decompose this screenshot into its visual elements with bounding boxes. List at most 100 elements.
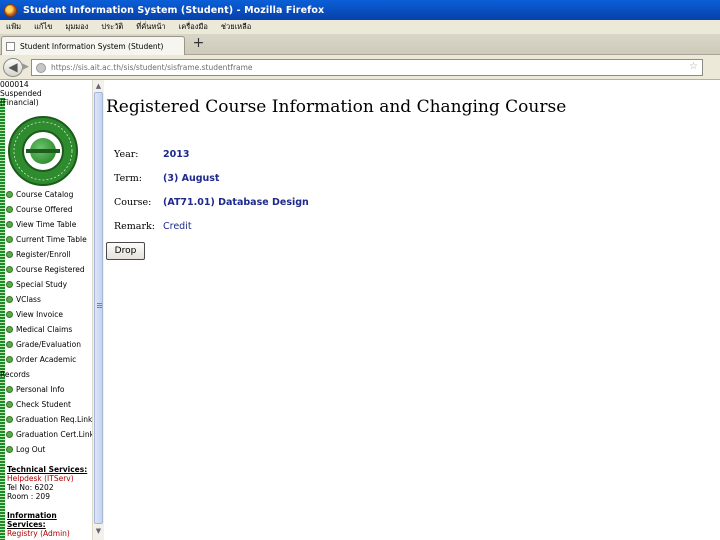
menu-tools[interactable]: เครื่องมือ xyxy=(173,21,215,33)
green-bullet-icon xyxy=(6,356,13,363)
sidebar-item[interactable]: VClass xyxy=(6,292,92,307)
sidebar-item-label: Register/Enroll xyxy=(16,250,71,259)
registry-link[interactable]: Registry (Admin) xyxy=(7,529,70,538)
tab-bar: Student Information System (Student) + xyxy=(0,34,720,55)
url-bar[interactable]: https://sis.ait.ac.th/sis/student/sisfra… xyxy=(31,59,703,76)
sidebar-item-label: Course Catalog xyxy=(16,190,74,199)
menu-history[interactable]: ประวัติ xyxy=(95,21,130,33)
sidebar-item-label-continuation[interactable]: Records xyxy=(0,367,92,382)
info-label: Term: xyxy=(114,173,142,184)
bookmark-star-icon[interactable]: ☆ xyxy=(689,61,698,72)
sidebar-item-label: Grade/Evaluation xyxy=(16,340,81,349)
info-value: (3) August xyxy=(163,173,220,184)
sidebar-item-label: View Time Table xyxy=(16,220,77,229)
green-bullet-icon xyxy=(6,326,13,333)
student-status-line: (Financial) xyxy=(0,98,39,107)
green-bullet-icon xyxy=(6,296,13,303)
technical-services-title: Technical Services: xyxy=(7,465,88,474)
window-title: Student Information System (Student) - M… xyxy=(23,4,325,16)
sidebar-item[interactable]: Medical Claims xyxy=(6,322,92,337)
green-bullet-icon xyxy=(6,401,13,408)
back-arrow-icon[interactable]: ◀ xyxy=(3,58,23,77)
green-bullet-icon xyxy=(6,341,13,348)
tel-number: Tel No: 6202 xyxy=(7,483,54,492)
sidebar-item[interactable]: Register/Enroll xyxy=(6,247,92,262)
green-bullet-icon xyxy=(6,446,13,453)
sidebar-item-label: View Invoice xyxy=(16,310,63,319)
sidebar-item-label: Order Academic xyxy=(16,355,77,364)
green-bullet-icon xyxy=(6,416,13,423)
sidebar-item[interactable]: Graduation Cert.Link xyxy=(6,427,94,442)
sidebar-item-label: Special Study xyxy=(16,280,68,289)
menu-edit[interactable]: แก้ไข xyxy=(28,21,59,33)
sidebar-item[interactable]: Log Out xyxy=(6,442,92,457)
sidebar-item[interactable]: Graduation Req.Link xyxy=(6,412,92,427)
logo-band xyxy=(26,149,60,153)
new-tab-plus-icon[interactable]: + xyxy=(190,36,207,53)
menu-bar: แฟ้ม แก้ไข มุมมอง ประวัติ ที่คั่นหน้า เค… xyxy=(0,20,720,34)
sidebar-item-label: Course Registered xyxy=(16,265,85,274)
info-label: Course: xyxy=(114,197,152,208)
green-bullet-icon xyxy=(6,311,13,318)
navigation-bar: ◀ ▶ https://sis.ait.ac.th/sis/student/si… xyxy=(0,55,720,80)
scrollbar-grip-icon xyxy=(97,303,102,309)
scroll-up-arrow-icon[interactable]: ▲ xyxy=(93,81,104,92)
info-value: Credit xyxy=(163,221,192,232)
sidebar-item[interactable]: Check Student xyxy=(6,397,92,412)
student-status-line: 000014 xyxy=(0,80,29,89)
sidebar-item[interactable]: Current Time Table xyxy=(6,232,92,247)
window-title-bar: Student Information System (Student) - M… xyxy=(0,0,720,20)
information-services-title-2: Services: xyxy=(7,520,46,529)
menu-view[interactable]: มุมมอง xyxy=(59,21,95,33)
sidebar-item-label: Graduation Cert.Link xyxy=(16,430,94,439)
green-bullet-icon xyxy=(6,386,13,393)
left-frame-scrollbar[interactable]: ▲ ▼ xyxy=(92,80,104,540)
sidebar-item-label: Medical Claims xyxy=(16,325,73,334)
sidebar-item[interactable]: Personal Info xyxy=(6,382,92,397)
sidebar-item[interactable]: Special Study xyxy=(6,277,92,292)
green-bullet-icon xyxy=(6,236,13,243)
scrollbar-thumb[interactable] xyxy=(94,92,103,524)
menu-file[interactable]: แฟ้ม xyxy=(0,21,28,33)
side-menu: Course Catalog Course Offered View Time Ta… xyxy=(0,187,94,457)
firefox-icon xyxy=(4,3,17,17)
green-bullet-icon xyxy=(6,266,13,273)
student-status-line: Suspended xyxy=(0,89,42,98)
tab-label: Student Information System (Student) xyxy=(20,41,164,51)
helpdesk-link[interactable]: Helpdesk (ITServ) xyxy=(7,474,74,483)
sidebar-item-label: Course Offered xyxy=(16,205,73,214)
sidebar-item[interactable]: Course Offered xyxy=(6,202,92,217)
sidebar-item[interactable]: Course Registered xyxy=(6,262,92,277)
site-identity-icon[interactable] xyxy=(36,62,46,73)
sidebar-item[interactable]: View Time Table xyxy=(6,217,92,232)
page-icon xyxy=(6,41,15,51)
information-services-title: Information xyxy=(7,511,57,520)
info-value: 2013 xyxy=(163,149,190,160)
sidebar-item-label: Personal Info xyxy=(16,385,65,394)
main-content-frame: Registered Course Information and Changi… xyxy=(106,80,720,540)
logo-inner-circle xyxy=(22,130,64,172)
sidebar-item-label: VClass xyxy=(16,295,41,304)
sidebar-item[interactable]: Order Academic xyxy=(6,352,92,367)
info-label: Year: xyxy=(114,149,139,160)
drop-button[interactable]: Drop xyxy=(106,242,145,260)
sidebar-item[interactable]: Course Catalog xyxy=(6,187,92,202)
scroll-down-arrow-icon[interactable]: ▼ xyxy=(93,526,104,537)
green-bullet-icon xyxy=(6,206,13,213)
sidebar-item[interactable]: View Invoice xyxy=(6,307,92,322)
green-bullet-icon xyxy=(6,221,13,228)
menu-help[interactable]: ช่วยเหลือ xyxy=(215,21,258,33)
room-number: Room : 209 xyxy=(7,492,50,501)
info-label: Remark: xyxy=(114,221,155,232)
info-value: (AT71.01) Database Design xyxy=(163,197,309,208)
sidebar-item-label: Check Student xyxy=(16,400,71,409)
green-bullet-icon xyxy=(6,281,13,288)
green-bullet-icon xyxy=(6,191,13,198)
menu-bookmarks[interactable]: ที่คั่นหน้า xyxy=(130,21,172,33)
left-frame-content: 000014 Suspended (Financial) Course Cata… xyxy=(0,80,94,540)
tab-student-information-system[interactable]: Student Information System (Student) xyxy=(1,36,185,55)
institute-logo xyxy=(8,116,78,186)
sidebar-item[interactable]: Grade/Evaluation xyxy=(6,337,92,352)
left-navigation-frame: 000014 Suspended (Financial) Course Cata… xyxy=(0,80,106,540)
sidebar-item-label: Graduation Req.Link xyxy=(16,415,93,424)
